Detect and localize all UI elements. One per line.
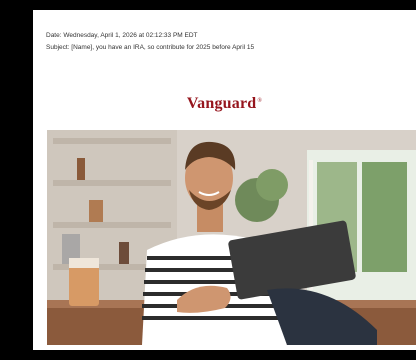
email-header: Date: Wednesday, April 1, 2026 at 02:12:…: [46, 30, 254, 54]
email-date: Date: Wednesday, April 1, 2026 at 02:12:…: [46, 32, 198, 39]
registered-mark: ®: [257, 97, 263, 104]
person-with-tablet-photo-icon: [47, 130, 416, 345]
vanguard-logo[interactable]: Vanguard®: [33, 95, 416, 113]
email-window: Date: Wednesday, April 1, 2026 at 02:12:…: [33, 10, 416, 350]
email-subject: Subject: [Name], you have an IRA, so con…: [46, 44, 255, 51]
logo-text: Vanguard: [186, 95, 257, 112]
hero-image: [47, 130, 416, 345]
